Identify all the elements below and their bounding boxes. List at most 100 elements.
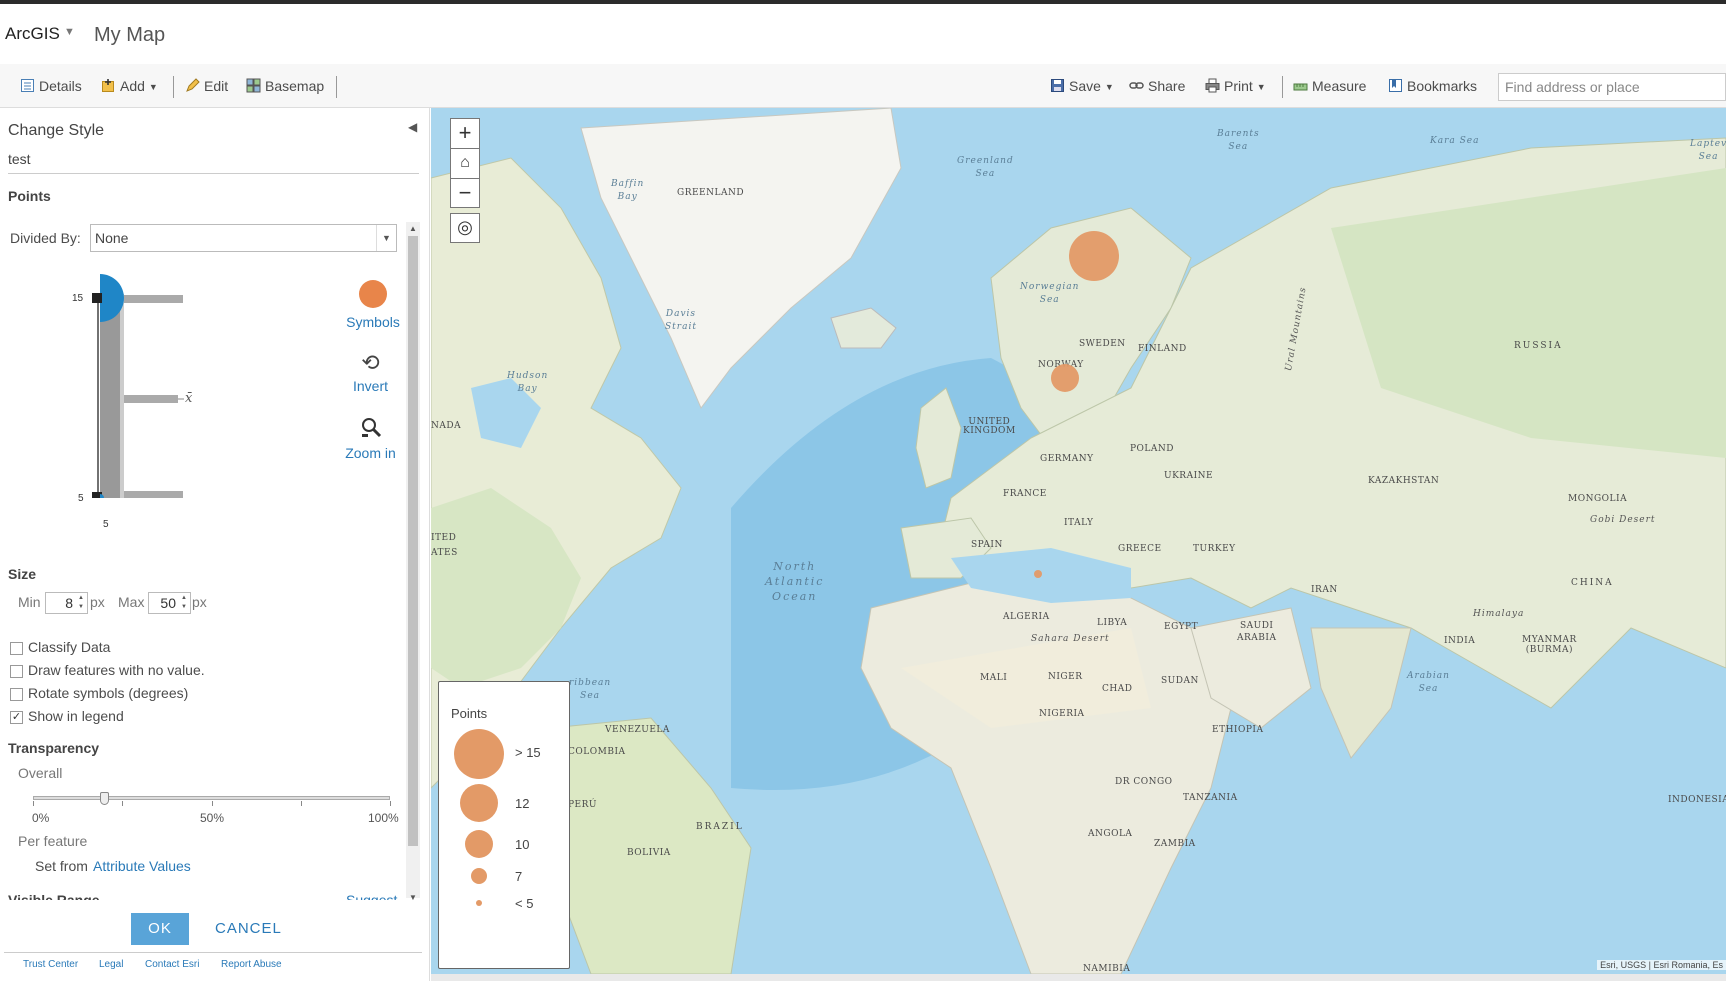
attribute-values-link[interactable]: Attribute Values	[93, 858, 191, 874]
map-label: CHAD	[1102, 684, 1133, 694]
save-label: Save	[1069, 78, 1101, 94]
spin-down-icon[interactable]: ▼	[179, 603, 189, 612]
sea-label: Kara Sea	[1430, 136, 1480, 146]
add-button[interactable]: Add ▼	[101, 76, 158, 98]
spin-down-icon[interactable]: ▼	[76, 603, 86, 612]
zoom-in-map-button[interactable]: +	[450, 118, 480, 148]
save-icon	[1051, 79, 1064, 92]
top-slider-handle[interactable]	[92, 293, 102, 303]
min-px-unit: px	[90, 594, 105, 610]
min-label: Min	[18, 594, 41, 610]
chevron-down-icon: ▼	[1256, 82, 1266, 92]
legend-label: > 15	[515, 745, 541, 760]
sea-label: Davis Strait	[665, 309, 697, 332]
bookmarks-label: Bookmarks	[1407, 78, 1478, 94]
divided-by-select[interactable]: None ▼	[90, 224, 397, 252]
printer-icon	[1205, 78, 1220, 93]
terrain-label: Sahara Desert	[1031, 634, 1110, 644]
histogram-bottom-value: 5	[78, 493, 84, 504]
map-feature-point[interactable]	[1034, 570, 1042, 578]
footer-link-trust-center[interactable]: Trust Center	[23, 959, 78, 970]
measure-label: Measure	[1312, 78, 1367, 94]
sea-label: Barents Sea	[1217, 129, 1260, 152]
bookmark-icon	[1389, 79, 1402, 92]
scrollbar-thumb[interactable]	[408, 236, 418, 846]
slider-thumb[interactable]	[100, 792, 110, 805]
basemap-button[interactable]: Basemap	[246, 76, 324, 98]
ok-button[interactable]: OK	[131, 913, 189, 945]
suggest-link[interactable]: Suggest	[346, 892, 397, 900]
spin-up-icon[interactable]: ▲	[76, 594, 86, 603]
classify-data-label: Classify Data	[28, 639, 111, 655]
zoom-in-button[interactable]: Zoom in	[338, 416, 403, 461]
min-size-input[interactable]: 8 ▲ ▼	[45, 592, 88, 614]
divider	[4, 952, 422, 953]
map-legend: Points > 15 12 10 7 < 5	[438, 681, 570, 969]
locate-icon[interactable]: ◎	[450, 213, 480, 243]
search-input[interactable]	[1498, 73, 1726, 101]
map-label: UKRAINE	[1164, 471, 1214, 481]
scroll-down-icon[interactable]: ▼	[406, 893, 420, 902]
cancel-button[interactable]: CANCEL	[215, 913, 282, 945]
map-label: MONGOLIA	[1568, 494, 1628, 504]
map-label: ITALY	[1064, 518, 1094, 528]
classify-data-checkbox[interactable]	[10, 642, 23, 655]
draw-no-value-checkbox[interactable]	[10, 665, 23, 678]
share-button[interactable]: Share	[1129, 76, 1185, 98]
transparency-header: Transparency	[8, 740, 100, 756]
footer-link-legal[interactable]: Legal	[99, 959, 123, 970]
map-feature-point[interactable]	[1051, 364, 1079, 392]
main-toolbar: Details Add ▼ Edit Basemap Save ▼ Share Pr…	[0, 64, 1726, 108]
map-label: COLOMBIA	[568, 747, 626, 757]
spin-up-icon[interactable]: ▲	[179, 594, 189, 603]
show-in-legend-checkbox[interactable]: ✓	[10, 711, 23, 724]
map-label: LIBYA	[1097, 618, 1128, 628]
legend-label: < 5	[515, 896, 534, 911]
histogram-top-value: 15	[72, 293, 84, 304]
min-size-value: 8	[65, 595, 73, 611]
print-button[interactable]: Print ▼	[1205, 76, 1266, 98]
home-icon[interactable]: ⌂	[450, 148, 480, 178]
rotate-symbols-checkbox[interactable]	[10, 688, 23, 701]
sea-label: North Atlantic Ocean	[765, 560, 825, 603]
collapse-panel-icon[interactable]: ◀	[408, 120, 417, 134]
change-style-panel: Change Style ◀ test Points ▲ ▼ Divided B…	[0, 108, 430, 981]
footer-link-contact[interactable]: Contact Esri	[145, 959, 199, 970]
map-label: FINLAND	[1138, 344, 1187, 354]
edit-button[interactable]: Edit	[185, 76, 228, 98]
sea-label: Arabian Sea	[1407, 671, 1450, 694]
visible-range-header: Visible Range	[8, 892, 100, 900]
map-feature-point[interactable]	[1069, 231, 1119, 281]
save-button[interactable]: Save ▼	[1050, 76, 1114, 98]
app-name[interactable]: ArcGIS	[5, 24, 60, 44]
symbols-label: Symbols	[346, 314, 400, 330]
terrain-label: Gobi Desert	[1590, 515, 1656, 525]
toolbar-divider	[336, 76, 337, 98]
zoom-out-map-button[interactable]: −	[450, 178, 480, 208]
map-label: RUSSIA	[1514, 341, 1563, 351]
invert-button[interactable]: ⟲ Invert	[338, 352, 403, 395]
symbols-button[interactable]: Symbols	[338, 280, 408, 330]
bookmarks-button[interactable]: Bookmarks	[1388, 76, 1477, 98]
legend-title: Points	[451, 706, 488, 721]
map-title: My Map	[94, 24, 166, 46]
details-label: Details	[39, 78, 82, 94]
slider-tick	[122, 801, 124, 806]
details-button[interactable]: Details	[20, 76, 82, 98]
sea-label: Hudson Bay	[507, 371, 549, 394]
max-size-input[interactable]: 50 ▲ ▼	[148, 592, 191, 614]
transparency-slider[interactable]	[33, 792, 391, 806]
map-label: ALGERIA	[1003, 612, 1050, 622]
sea-label: Norwegian Sea	[1020, 282, 1080, 305]
sea-label: ribbean Sea	[569, 678, 612, 701]
footer-link-report-abuse[interactable]: Report Abuse	[221, 959, 282, 970]
map-label: EGYPT	[1164, 622, 1199, 632]
chevron-down-icon: ▼	[148, 82, 158, 92]
slider-tick	[211, 801, 213, 806]
map-label: GERMANY	[1040, 454, 1094, 464]
app-menu-chevron-icon[interactable]: ▼	[64, 26, 75, 38]
measure-button[interactable]: Measure	[1293, 76, 1366, 98]
map-view[interactable]: GREENLAND SWEDEN FINLAND NORWAY RUSSIA U…	[431, 108, 1726, 974]
scroll-up-icon[interactable]: ▲	[406, 224, 420, 233]
legend-symbol	[454, 729, 504, 779]
